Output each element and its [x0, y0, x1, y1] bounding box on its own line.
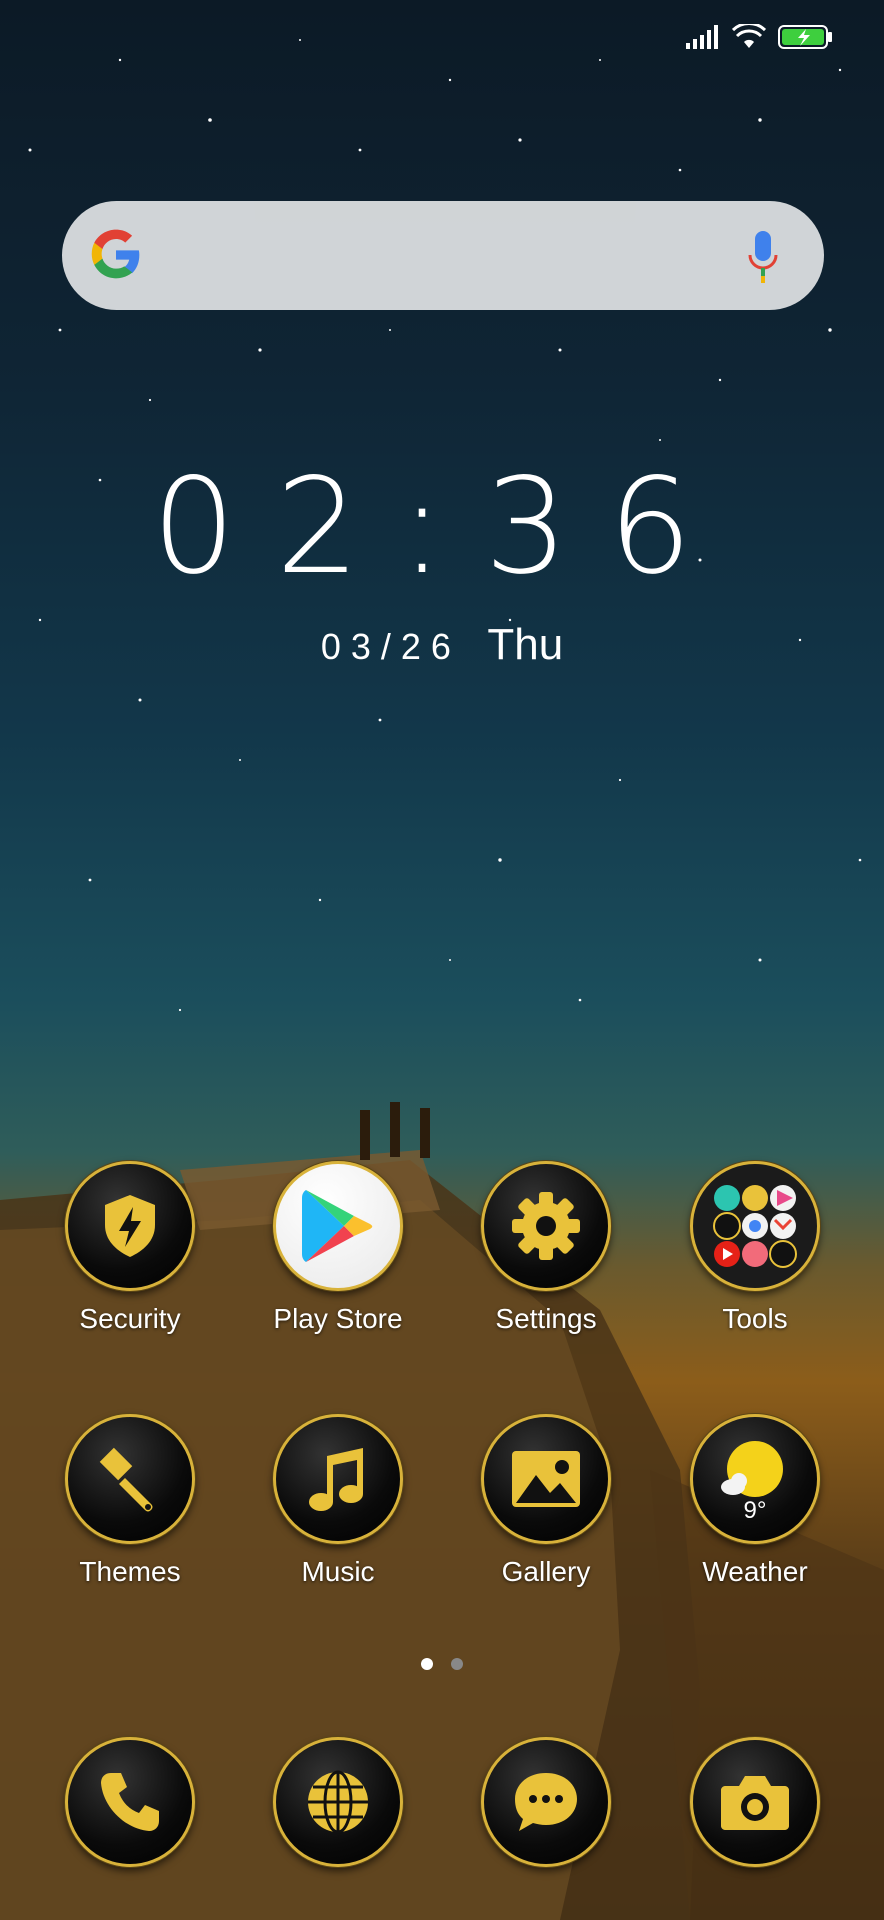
clock-date: 03/26 Thu: [0, 620, 884, 670]
app-label: Settings: [495, 1303, 597, 1334]
app-label: Security: [79, 1303, 181, 1334]
app-label: Themes: [79, 1556, 181, 1587]
music-note-icon: [309, 1448, 363, 1511]
play-store-icon: [302, 1190, 373, 1262]
globe-icon: [308, 1770, 368, 1834]
date-text: 03/26: [320, 626, 461, 667]
google-search-bar[interactable]: [62, 201, 824, 310]
weekday-text: Thu: [487, 620, 564, 669]
dock-browser[interactable]: [253, 1737, 423, 1867]
page-indicator: [0, 1658, 884, 1670]
app-gallery[interactable]: Gallery: [461, 1414, 631, 1588]
app-label: Play Store: [273, 1303, 403, 1334]
app-weather[interactable]: 9° Weather: [670, 1414, 840, 1588]
weather-temp: 9°: [743, 1497, 767, 1524]
phone-icon: [101, 1773, 159, 1831]
app-play-store[interactable]: Play Store: [253, 1161, 423, 1335]
app-label: Gallery: [501, 1556, 591, 1587]
dock-camera[interactable]: [670, 1737, 840, 1867]
app-tools-folder[interactable]: Tools: [670, 1161, 840, 1335]
app-settings[interactable]: Settings: [461, 1161, 631, 1335]
app-security[interactable]: Security: [45, 1161, 215, 1335]
app-label: Weather: [702, 1556, 808, 1587]
app-music[interactable]: Music: [253, 1414, 423, 1588]
dock-messages[interactable]: [461, 1737, 631, 1867]
camera-icon: [721, 1776, 789, 1830]
page-dot[interactable]: [451, 1658, 463, 1670]
folder-icon: [713, 1185, 797, 1268]
battery-charging-icon: [778, 25, 832, 49]
status-bar: [686, 24, 834, 50]
google-logo-icon: [91, 229, 140, 279]
dock-phone[interactable]: [45, 1737, 215, 1867]
image-icon: [512, 1451, 580, 1507]
page-dot-active[interactable]: [421, 1658, 433, 1670]
wifi-icon: [732, 24, 766, 48]
app-label: Music: [301, 1556, 375, 1587]
gear-icon: [512, 1192, 580, 1260]
shield-icon: [105, 1195, 155, 1257]
mic-icon[interactable]: [748, 231, 778, 283]
signal-icon: [686, 25, 718, 49]
message-icon: [515, 1773, 577, 1831]
app-label: Tools: [722, 1303, 788, 1334]
clock-time[interactable]: 02:36: [0, 450, 884, 604]
brush-icon: [99, 1447, 153, 1512]
app-themes[interactable]: Themes: [45, 1414, 215, 1588]
